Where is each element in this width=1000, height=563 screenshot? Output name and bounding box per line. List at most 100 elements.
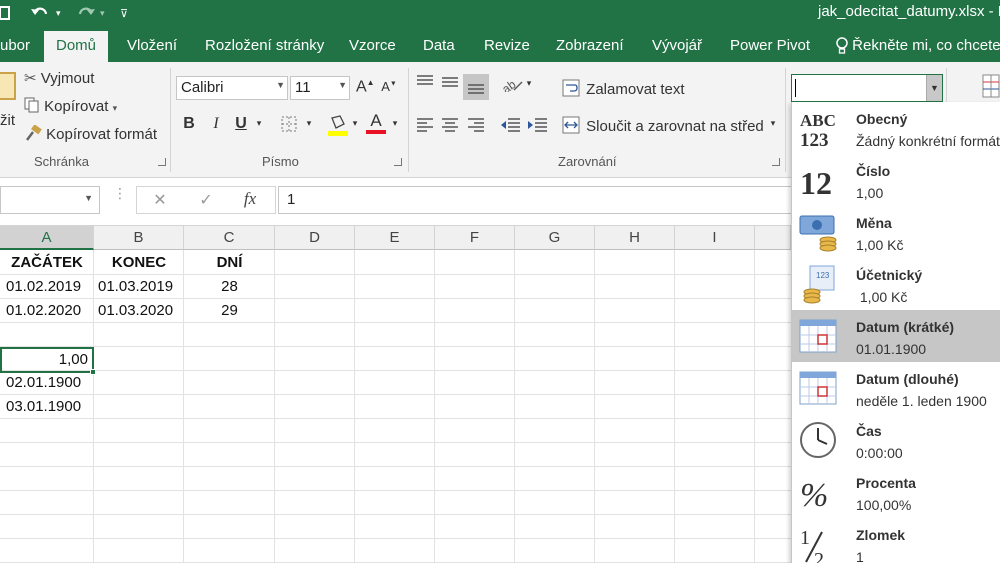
redo-dropdown-icon[interactable]: ▾ <box>100 0 105 26</box>
format-option-long-date[interactable]: Datum (dlouhé) neděle 1. leden 1900 <box>792 362 1000 414</box>
tab-formulas[interactable]: Vzorce <box>349 30 396 62</box>
format-painter-button[interactable]: Kopírovat formát <box>24 124 157 143</box>
cell-a3[interactable]: 01.02.2020 <box>2 299 94 323</box>
tab-page-layout[interactable]: Rozložení stránky <box>205 30 324 62</box>
undo-dropdown-icon[interactable]: ▾ <box>56 0 61 26</box>
font-launcher-icon[interactable] <box>394 158 402 166</box>
cell-c1[interactable]: DNÍ <box>184 251 275 275</box>
cell-a6[interactable]: 02.01.1900 <box>2 371 94 395</box>
copy-button[interactable]: Kopírovat ▾ <box>24 97 117 115</box>
format-option-currency[interactable]: Měna 1,00 Kč <box>792 206 1000 258</box>
format-option-example: Žádný konkrétní formát <box>856 133 1000 149</box>
cell-b1[interactable]: KONEC <box>94 251 184 275</box>
chevron-down-icon[interactable]: ▼ <box>926 75 942 101</box>
merge-dropdown-icon[interactable]: ▾ <box>768 118 778 129</box>
format-option-short-date[interactable]: Datum (krátké) 01.01.1900 <box>792 310 1000 362</box>
fill-color-dropdown-icon[interactable]: ▾ <box>350 118 360 129</box>
tab-file[interactable]: ubor <box>0 30 30 62</box>
column-header-g[interactable]: G <box>515 226 595 250</box>
number-format-select[interactable]: ▼ <box>791 74 943 102</box>
tab-view[interactable]: Zobrazení <box>556 30 624 62</box>
copy-dropdown-icon[interactable]: ▾ <box>113 103 118 113</box>
customize-toolbar-icon[interactable]: ⊽ <box>120 0 128 26</box>
chevron-down-icon: ▼ <box>276 80 285 90</box>
chevron-down-icon: ▼ <box>338 80 347 90</box>
format-option-number[interactable]: 12 Číslo 1,00 <box>792 154 1000 206</box>
decrease-indent-icon[interactable] <box>500 116 522 137</box>
format-option-name: Datum (krátké) <box>856 319 955 335</box>
align-right-icon[interactable] <box>465 116 487 137</box>
paste-icon[interactable] <box>0 72 16 100</box>
align-center-icon[interactable] <box>439 116 461 137</box>
column-header-d[interactable]: D <box>275 226 355 250</box>
tab-data[interactable]: Data <box>423 30 455 62</box>
tab-developer[interactable]: Vývojář <box>652 30 702 62</box>
borders-dropdown-icon[interactable]: ▾ <box>304 118 314 129</box>
tell-me-box[interactable]: Řekněte mi, co chcete <box>836 30 1000 62</box>
format-option-accounting[interactable]: 123 Účetnický 1,00 Kč <box>792 258 1000 310</box>
orientation-icon[interactable]: ab <box>499 76 524 97</box>
font-color-dropdown-icon[interactable]: ▾ <box>390 118 400 129</box>
active-cell-selection[interactable] <box>0 347 96 375</box>
cell-a7[interactable]: 03.01.1900 <box>2 395 94 419</box>
font-color-icon[interactable]: A <box>366 112 386 134</box>
format-option-example: neděle 1. leden 1900 <box>856 393 987 409</box>
tab-insert[interactable]: Vložení <box>127 30 177 62</box>
insert-function-icon[interactable]: fx <box>240 189 260 209</box>
save-icon[interactable] <box>0 0 12 26</box>
column-header-f[interactable]: F <box>435 226 515 250</box>
column-header-h[interactable]: H <box>595 226 675 250</box>
cell-a1[interactable]: ZAČÁTEK <box>0 251 94 275</box>
underline-button[interactable]: U <box>233 115 249 133</box>
increase-indent-icon[interactable] <box>527 116 549 137</box>
name-box[interactable]: ▼ <box>0 186 100 214</box>
shrink-font-icon[interactable]: A▼ <box>380 79 398 94</box>
tab-review[interactable]: Revize <box>484 30 530 62</box>
column-header-i[interactable]: I <box>675 226 755 250</box>
redo-icon[interactable] <box>76 0 96 26</box>
grow-font-icon[interactable]: A▲ <box>356 78 375 96</box>
underline-dropdown-icon[interactable]: ▾ <box>254 118 264 129</box>
align-middle-icon[interactable] <box>439 74 461 95</box>
svg-text:123: 123 <box>816 271 830 280</box>
italic-button[interactable]: I <box>208 115 224 133</box>
cell-a2[interactable]: 01.02.2019 <box>2 275 94 299</box>
format-option-general[interactable]: ABC 123 Obecný Žádný konkrétní formát <box>792 102 1000 154</box>
column-header-j[interactable] <box>755 226 791 250</box>
clipboard-launcher-icon[interactable] <box>158 158 166 166</box>
cell-b3[interactable]: 01.03.2020 <box>94 299 184 323</box>
column-header-e[interactable]: E <box>355 226 435 250</box>
column-header-b[interactable]: B <box>94 226 184 250</box>
column-header-a[interactable]: A <box>0 226 94 250</box>
tab-power-pivot[interactable]: Power Pivot <box>730 30 810 62</box>
format-option-percentage[interactable]: % Procenta 100,00% <box>792 466 1000 518</box>
tab-home[interactable]: Domů <box>44 31 109 62</box>
paste-button[interactable]: žit <box>0 112 15 129</box>
align-bottom-icon[interactable] <box>463 74 489 100</box>
borders-icon[interactable] <box>280 116 298 137</box>
format-option-fraction[interactable]: 12 Zlomek 1 <box>792 518 1000 563</box>
orientation-dropdown-icon[interactable]: ▾ <box>524 78 534 89</box>
align-left-icon[interactable] <box>414 116 436 137</box>
column-header-c[interactable]: C <box>184 226 275 250</box>
merge-center-button[interactable]: Sloučit a zarovnat na střed <box>562 116 764 135</box>
alignment-launcher-icon[interactable] <box>772 158 780 166</box>
font-family-select[interactable]: Calibri ▼ <box>176 76 288 100</box>
wrap-text-button[interactable]: Zalamovat text <box>562 79 685 98</box>
cell-c3[interactable]: 29 <box>184 299 275 323</box>
format-option-example: 0:00:00 <box>856 445 903 461</box>
conditional-formatting-icon[interactable] <box>982 74 1000 103</box>
cell-c2[interactable]: 28 <box>184 275 275 299</box>
cut-button[interactable]: ✂ Vyjmout <box>24 69 94 87</box>
undo-icon[interactable] <box>30 0 50 26</box>
wrap-text-label: Zalamovat text <box>586 81 685 98</box>
bold-button[interactable]: B <box>181 115 197 133</box>
format-option-time[interactable]: Čas 0:00:00 <box>792 414 1000 466</box>
font-size-select[interactable]: 11 ▼ <box>290 76 350 100</box>
align-top-icon[interactable] <box>414 74 436 95</box>
enter-icon[interactable]: ✓ <box>196 190 216 210</box>
fill-handle[interactable] <box>90 369 96 375</box>
cell-b2[interactable]: 01.03.2019 <box>94 275 184 299</box>
cancel-icon[interactable]: ✕ <box>150 190 170 210</box>
fill-color-icon[interactable] <box>328 114 348 141</box>
